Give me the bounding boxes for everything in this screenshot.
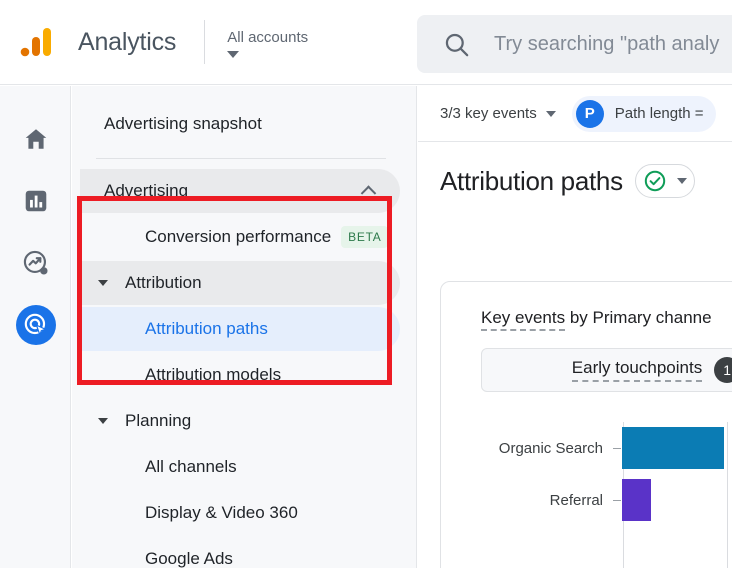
account-selector[interactable]: All accounts	[227, 27, 308, 58]
advertising-active-badge	[15, 305, 56, 345]
caret-down-icon	[98, 418, 108, 424]
chart-category-label: Referral	[549, 491, 603, 509]
sidebar-item-label: All channels	[145, 457, 237, 476]
sidebar-group-label: Planning	[125, 411, 192, 430]
rail-item-reports[interactable]	[0, 170, 71, 232]
key-events-label: 3/3 key events	[440, 105, 537, 122]
bar-chart-icon	[25, 190, 46, 212]
chart-tick	[613, 447, 621, 449]
sidebar-item-display-video-360[interactable]: Display & Video 360	[80, 491, 400, 535]
page-title: Attribution paths	[440, 165, 623, 196]
search-icon	[445, 33, 469, 56]
chart-bar-row: Organic Search	[441, 422, 732, 474]
nav-divider	[96, 158, 386, 159]
sidebar-item-label: Advertising snapshot	[104, 114, 262, 133]
main-content: 3/3 key events P Path length = Attributi…	[418, 86, 732, 568]
sidebar-group-attribution[interactable]: Attribution	[80, 261, 400, 305]
sidebar-item-label: Conversion performance	[145, 227, 332, 246]
main-toolbar: 3/3 key events P Path length =	[418, 86, 732, 142]
key-events-selector[interactable]: 3/3 key events	[440, 105, 556, 122]
account-selector-label: All accounts	[227, 28, 309, 46]
sidebar-group-label: Attribution	[125, 273, 202, 292]
key-events-tooltip-link[interactable]: Key events	[481, 308, 566, 331]
caret-down-icon	[545, 110, 556, 117]
rail-item-home[interactable]	[0, 108, 71, 170]
beta-badge: BETA	[341, 226, 389, 248]
comparison-status-dropdown[interactable]	[634, 164, 695, 198]
early-touchpoints-tab[interactable]: Early touchpoints 1	[481, 348, 732, 392]
sidebar-item-label: Google Ads	[145, 549, 233, 568]
chart-category-label: Organic Search	[498, 439, 603, 457]
rail-item-advertising[interactable]	[0, 294, 71, 356]
path-length-filter-chip[interactable]: P Path length =	[571, 95, 716, 132]
early-touchpoints-label: Early touchpoints	[571, 358, 703, 382]
sidebar-group-label: Advertising	[104, 181, 189, 200]
attribution-paths-card: Key events by Primary channe Early touch…	[440, 281, 732, 568]
chart-bar-row: Referral	[441, 474, 732, 526]
sidebar-item-label: Attribution models	[145, 365, 282, 384]
sidebar-item-label: Attribution paths	[145, 319, 268, 338]
chart-bar[interactable]	[622, 427, 724, 469]
sidebar-item-google-ads[interactable]: Google Ads	[80, 537, 400, 581]
chevron-up-icon	[360, 185, 377, 201]
analytics-logo[interactable]	[0, 0, 72, 85]
caret-down-icon	[98, 280, 108, 286]
check-circle-icon	[644, 170, 665, 192]
advertising-target-icon	[24, 313, 47, 337]
navigation-panel: Advertising snapshot Advertising Convers…	[72, 86, 417, 568]
sidebar-group-planning[interactable]: Planning	[80, 399, 400, 443]
sidebar-item-attribution-paths[interactable]: Attribution paths	[80, 307, 400, 351]
icon-rail	[0, 86, 71, 568]
sidebar-item-all-channels[interactable]: All channels	[80, 445, 400, 489]
page-title-row: Attribution paths	[418, 142, 732, 198]
sidebar-item-conversion-performance[interactable]: Conversion performance BETA	[80, 215, 400, 259]
top-bar: Analytics All accounts Try searching "pa…	[0, 0, 732, 85]
touchpoints-count-badge: 1	[714, 357, 732, 383]
brand-title: Analytics	[78, 27, 177, 56]
path-length-label: Path length =	[614, 105, 704, 122]
chart-tick	[613, 499, 621, 501]
card-title: Key events by Primary channe	[441, 282, 732, 331]
caret-down-icon	[227, 50, 240, 58]
sidebar-item-attribution-models[interactable]: Attribution models	[80, 353, 400, 397]
sidebar-item-label: Display & Video 360	[145, 503, 298, 522]
rail-item-explore[interactable]	[0, 232, 71, 294]
google-analytics-logo-icon	[20, 28, 51, 57]
header-divider	[204, 20, 206, 64]
chart-bar[interactable]	[622, 479, 651, 521]
card-title-rest: by Primary channe	[565, 308, 712, 327]
caret-down-icon	[676, 178, 687, 184]
sidebar-item-advertising-snapshot[interactable]: Advertising snapshot	[80, 100, 400, 148]
attribution-bar-chart: Organic Search Referral	[441, 422, 732, 568]
sidebar-group-advertising[interactable]: Advertising	[80, 169, 400, 213]
search-input[interactable]: Try searching "path analy	[417, 15, 732, 73]
path-length-avatar: P	[575, 99, 604, 128]
explore-trend-icon	[23, 250, 48, 275]
home-icon	[25, 129, 46, 149]
search-placeholder: Try searching "path analy	[494, 32, 720, 55]
